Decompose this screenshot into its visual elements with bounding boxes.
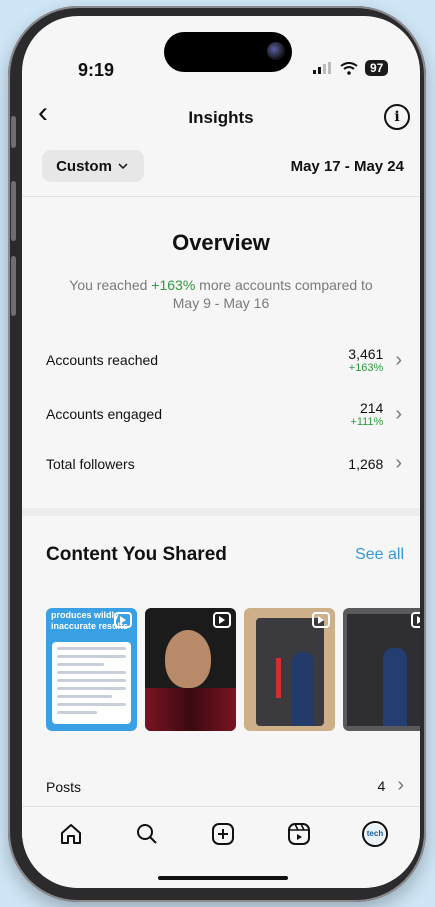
metric-value: 1,268: [348, 455, 384, 472]
content-thumbnail[interactable]: produces wildly inaccurate results: [46, 608, 137, 731]
metric-accounts-reached[interactable]: Accounts reached 3,461 +163% ›: [46, 346, 402, 374]
reel-icon: [114, 612, 132, 628]
metric-value: 214: [359, 400, 384, 416]
content-thumbnails: produces wildly inaccurate results: [46, 608, 420, 731]
document-preview: [52, 642, 131, 724]
red-cord-image: [276, 658, 281, 698]
metric-label: Accounts engaged: [46, 406, 162, 422]
page-title: Insights: [188, 108, 254, 127]
wifi-icon: [340, 61, 358, 75]
metric-change: +111%: [350, 416, 384, 428]
chevron-right-icon: ›: [397, 774, 404, 796]
status-time: 9:19: [78, 60, 115, 80]
date-range: May 17 - May 24: [290, 158, 404, 175]
profile-badge: tech: [365, 824, 385, 844]
posts-count: 4: [377, 777, 386, 794]
app-screen: 9:19 97 ‹ Insights i Custom May 17 - May…: [22, 16, 420, 888]
status-icons: 97: [313, 60, 389, 76]
metric-total-followers[interactable]: Total followers 1,268 ›: [46, 452, 402, 475]
posts-label[interactable]: Posts: [46, 779, 81, 795]
overview-desc-suffix: more accounts compared to May 9 - May 16: [172, 277, 373, 311]
volume-up-button: [11, 181, 16, 241]
chevron-right-icon: ›: [395, 402, 402, 425]
action-button: [11, 116, 16, 148]
metric-value: 3,461: [348, 346, 384, 362]
content-thumbnail[interactable]: [343, 608, 420, 731]
reel-icon: [213, 612, 231, 628]
posts-count-row[interactable]: 4 ›: [378, 774, 404, 797]
metric-label: Accounts reached: [46, 352, 159, 368]
content-thumbnail[interactable]: [244, 608, 335, 731]
content-thumbnail[interactable]: [145, 608, 236, 731]
reel-icon: [411, 612, 420, 628]
content-shared-title: Content You Shared: [46, 544, 227, 565]
create-icon[interactable]: [210, 821, 236, 847]
signal-icon: [313, 62, 331, 74]
volume-down-button: [11, 256, 16, 316]
gown-image: [145, 688, 236, 731]
metric-label: Total followers: [46, 455, 135, 472]
reel-icon: [312, 612, 330, 628]
dynamic-island: [164, 32, 292, 72]
chevron-right-icon: ›: [395, 452, 402, 474]
section-separator: [22, 508, 420, 516]
camera-icon: [267, 42, 285, 60]
info-icon[interactable]: i: [384, 104, 410, 130]
see-all-link[interactable]: See all: [355, 546, 404, 564]
overview-title: Overview: [172, 230, 270, 255]
overview-desc-prefix: You reached: [69, 277, 152, 293]
reels-icon[interactable]: [286, 821, 312, 847]
custom-range-button[interactable]: Custom: [42, 150, 144, 182]
chevron-right-icon: ›: [395, 348, 402, 371]
battery-indicator: 97: [365, 60, 389, 76]
speaker-image: [165, 630, 211, 688]
home-icon[interactable]: [58, 821, 84, 847]
search-icon[interactable]: [134, 821, 160, 847]
custom-range-label: Custom: [56, 157, 112, 175]
metric-accounts-engaged[interactable]: Accounts engaged 214 +111% ›: [46, 400, 402, 428]
profile-avatar[interactable]: tech: [362, 821, 388, 847]
overview-desc-change: +163%: [151, 277, 196, 293]
header-divider: [22, 196, 420, 197]
person-image: [383, 648, 407, 726]
chevron-down-icon: [118, 163, 128, 170]
home-indicator: [158, 876, 288, 880]
overview-description: You reached +163% more accounts compared…: [62, 276, 380, 312]
person-image: [292, 652, 314, 726]
metric-change: +163%: [348, 362, 384, 374]
